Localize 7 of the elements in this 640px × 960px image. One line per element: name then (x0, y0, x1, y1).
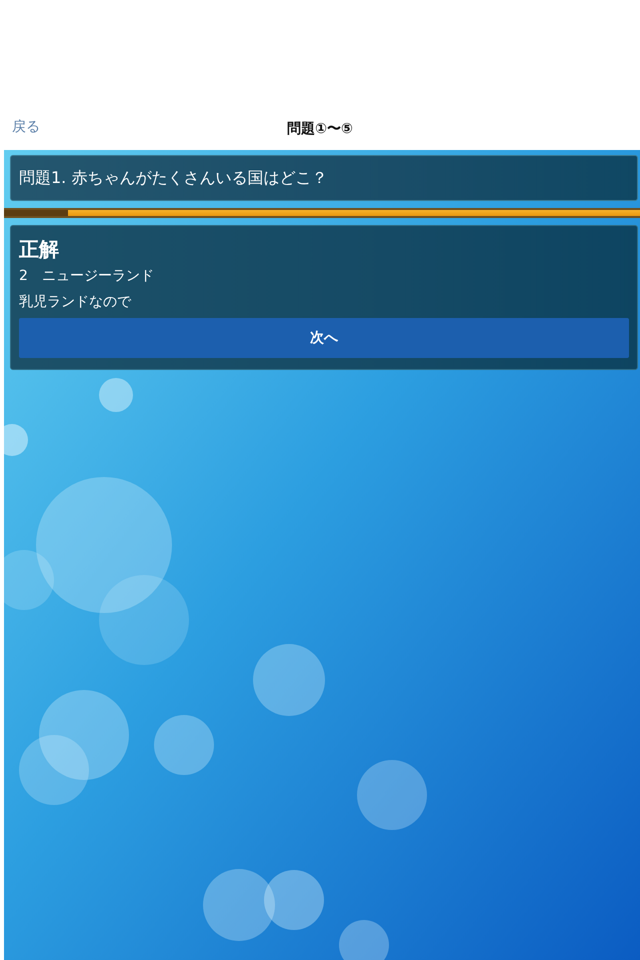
explanation-text: 乳児ランドなので (19, 293, 132, 312)
back-link[interactable]: 戻る (12, 118, 40, 136)
screen-title: 問題①〜⑤ (287, 120, 353, 138)
verdict-text: 正解 (19, 236, 60, 262)
question-text: 問題1. 赤ちゃんがたくさんいる国はどこ？ (19, 168, 328, 188)
answer-text: 2 ニュージーランド (19, 267, 155, 286)
next-button[interactable]: 次へ (19, 318, 629, 358)
